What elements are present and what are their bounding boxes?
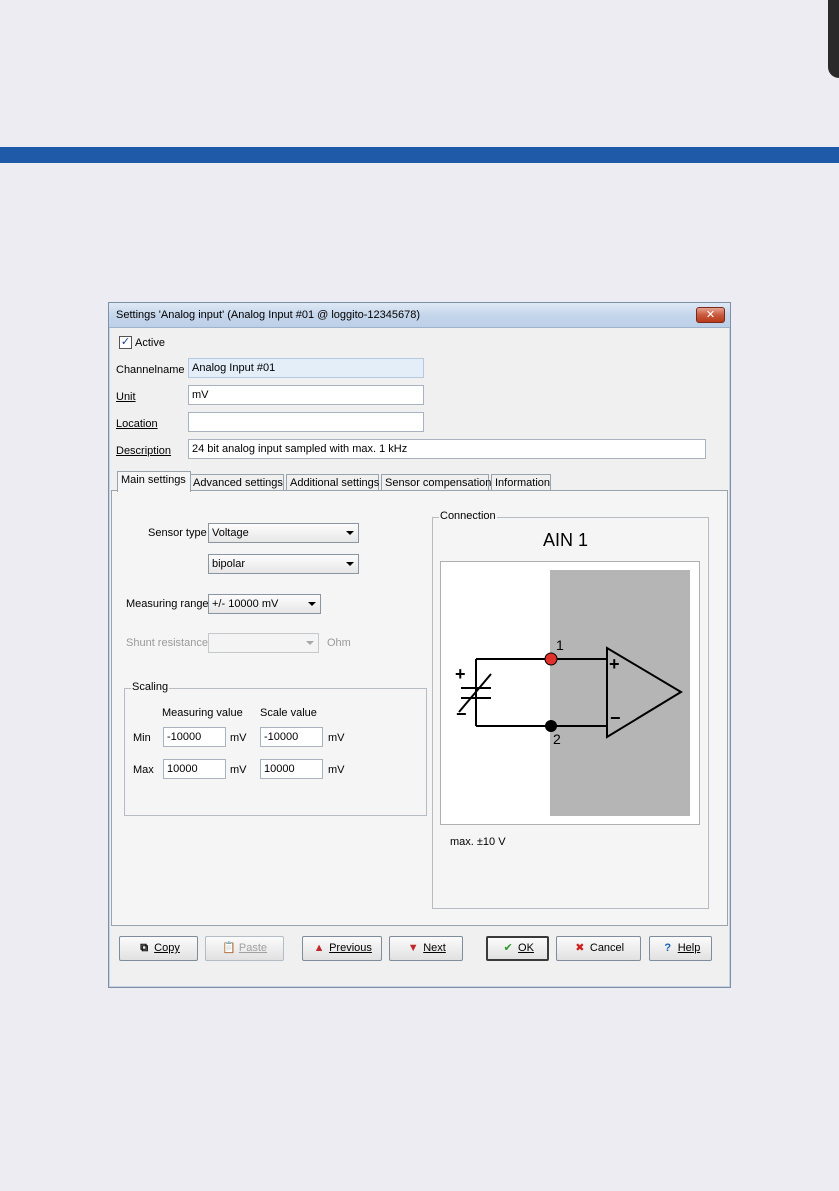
page-edge-tab	[828, 0, 839, 78]
wiring-diagram-svg: 1 2 + − + −	[455, 570, 690, 816]
description-label: Description	[116, 445, 172, 457]
description-field[interactable]: 24 bit analog input sampled with max. 1 …	[188, 439, 706, 459]
pin2-label: 2	[553, 731, 561, 747]
chevron-down-icon	[346, 531, 354, 535]
paste-icon: 📋	[222, 942, 236, 954]
close-icon: ✕	[705, 309, 716, 321]
measuring-range-select[interactable]: +/- 10000 mV	[208, 594, 321, 614]
tab-main-settings[interactable]: Main settings	[117, 471, 191, 492]
source-minus-label: −	[456, 704, 467, 724]
polarity-select[interactable]: bipolar	[208, 554, 359, 574]
max-measuring-unit: mV	[230, 764, 247, 776]
channelname-label: Channelname	[116, 364, 185, 376]
measuring-value-header: Measuring value	[162, 707, 243, 719]
shunt-unit-label: Ohm	[327, 637, 351, 649]
unit-field[interactable]: mV	[188, 385, 424, 405]
channelname-field[interactable]: Analog Input #01	[188, 358, 424, 378]
sensor-type-select[interactable]: Voltage	[208, 523, 359, 543]
source-plus-label: +	[455, 664, 466, 684]
active-checkbox[interactable]: ✓	[119, 336, 132, 349]
max-label: Max	[133, 764, 154, 776]
min-measuring-field[interactable]: -10000	[163, 727, 226, 747]
checkmark-icon: ✔	[503, 942, 513, 954]
arrow-up-icon: ▲	[313, 942, 325, 954]
unit-label: Unit	[116, 391, 136, 403]
shunt-resistance-select[interactable]	[208, 633, 319, 653]
dialog-title: Settings 'Analog input' (Analog Input #0…	[116, 309, 421, 321]
measuring-range-value: +/- 10000 mV	[212, 598, 279, 610]
help-icon: ?	[664, 942, 672, 954]
close-button[interactable]: ✕	[696, 307, 725, 323]
settings-dialog: Settings 'Analog input' (Analog Input #0…	[108, 302, 731, 988]
tab-information[interactable]: Information	[491, 474, 551, 491]
scaling-group-title: Scaling	[131, 681, 170, 693]
wiring-diagram: 1 2 + − + −	[440, 561, 700, 825]
main-settings-panel: Sensor type Voltage bipolar Measuring ra…	[111, 490, 728, 926]
location-label: Location	[116, 418, 158, 430]
title-bar[interactable]: Settings 'Analog input' (Analog Input #0…	[109, 303, 730, 328]
scaling-group: Scaling Measuring value Scale value Min …	[124, 681, 427, 816]
connection-note: max. ±10 V	[450, 836, 506, 848]
help-button[interactable]: ? Help	[649, 936, 712, 961]
paste-button[interactable]: 📋 Paste	[205, 936, 284, 961]
tab-sensor-compensation[interactable]: Sensor compensation	[381, 474, 491, 491]
location-field[interactable]	[188, 412, 424, 432]
max-scale-field[interactable]: 10000	[260, 759, 323, 779]
pin1-label: 1	[556, 637, 564, 653]
min-scale-field[interactable]: -10000	[260, 727, 323, 747]
amp-minus-label: −	[610, 708, 621, 728]
sensor-type-value: Voltage	[212, 527, 249, 539]
max-scale-unit: mV	[328, 764, 345, 776]
min-measuring-unit: mV	[230, 732, 247, 744]
chevron-down-icon	[306, 641, 314, 645]
previous-button[interactable]: ▲ Previous	[302, 936, 382, 961]
copy-button[interactable]: ⧉ Copy	[119, 936, 198, 961]
connection-title: AIN 1	[543, 530, 589, 550]
close-icon: ✖	[575, 942, 585, 954]
chevron-down-icon	[308, 602, 316, 606]
amp-plus-label: +	[609, 654, 620, 674]
active-label: Active	[135, 337, 165, 349]
shunt-resistance-label: Shunt resistance	[126, 637, 208, 649]
max-measuring-field[interactable]: 10000	[163, 759, 226, 779]
connection-group-title: Connection	[439, 510, 497, 522]
pin1-dot	[544, 652, 558, 666]
next-button[interactable]: ▼ Next	[389, 936, 463, 961]
tab-additional-settings[interactable]: Additional settings	[286, 474, 379, 491]
sensor-type-label: Sensor type	[148, 527, 207, 539]
tab-advanced-settings[interactable]: Advanced settings	[189, 474, 284, 491]
ok-button[interactable]: ✔ OK	[486, 936, 549, 961]
connection-group: Connection AIN 1 1 2 + − + − max. ±10 V	[432, 510, 709, 909]
min-scale-unit: mV	[328, 732, 345, 744]
cancel-button[interactable]: ✖ Cancel	[556, 936, 641, 961]
scale-value-header: Scale value	[260, 707, 317, 719]
min-label: Min	[133, 732, 151, 744]
copy-icon: ⧉	[140, 942, 149, 954]
polarity-value: bipolar	[212, 558, 246, 570]
measuring-range-label: Measuring range	[126, 598, 209, 610]
arrow-down-icon: ▼	[407, 942, 419, 954]
header-band	[0, 147, 839, 163]
chevron-down-icon	[346, 562, 354, 566]
